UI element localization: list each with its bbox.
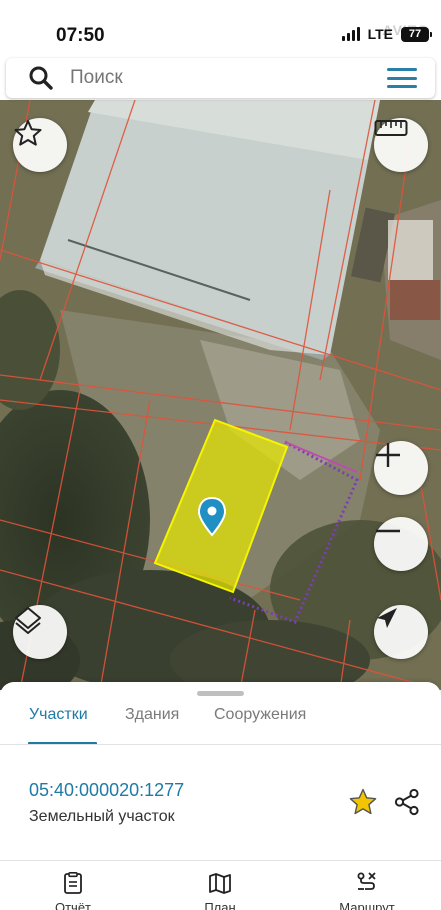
zoom-in-button[interactable] [374, 441, 428, 495]
report-icon [64, 872, 82, 894]
zoom-in-icon [376, 443, 400, 467]
map-view[interactable] [0, 100, 441, 690]
nav-plan-label: План [204, 900, 236, 910]
map-plan-icon [209, 873, 231, 894]
status-time: 07:50 [56, 25, 105, 46]
share-icon[interactable] [392, 787, 422, 817]
favorite-button[interactable] [13, 118, 67, 172]
nav-report-label: Отчёт [54, 900, 92, 910]
zoom-out-button[interactable] [374, 517, 428, 571]
zoom-out-icon [376, 529, 400, 533]
layers-button[interactable] [13, 605, 67, 659]
search-icon[interactable] [28, 65, 54, 91]
tab-buildings[interactable]: Здания [125, 706, 179, 724]
ruler-icon [374, 120, 408, 136]
sheet-drag-handle[interactable] [197, 691, 244, 696]
tab-parcels[interactable]: Участки [29, 706, 88, 724]
signal-strength-icon [341, 27, 360, 41]
navigation-arrow-icon [377, 608, 397, 628]
bottom-navigation: Отчёт План Маршрут [0, 862, 441, 910]
nav-route-label: Маршрут [339, 900, 395, 910]
tab-structures[interactable]: Сооружения [214, 706, 306, 724]
battery-icon: 77 [401, 26, 432, 42]
search-input[interactable] [70, 67, 370, 89]
hamburger-menu-icon[interactable] [387, 66, 417, 90]
search-bar [6, 58, 435, 98]
parcel-type-label: Земельный участок [29, 808, 175, 825]
nav-plan[interactable]: План [175, 872, 265, 910]
bottom-sheet: Участки Здания Сооружения 05:40:000020:1… [0, 682, 441, 910]
nav-report[interactable]: Отчёт [28, 872, 118, 910]
favorite-star-icon[interactable] [348, 787, 378, 817]
divider [0, 860, 441, 861]
satellite-map[interactable] [0, 100, 441, 690]
divider [0, 744, 441, 745]
nav-route[interactable]: Маршрут [322, 872, 412, 910]
status-indicators: LTE 77 [341, 26, 432, 42]
my-location-button[interactable] [374, 605, 428, 659]
cadastral-number-link[interactable]: 05:40:000020:1277 [29, 780, 184, 801]
layers-icon [15, 607, 41, 634]
network-type: LTE [367, 26, 393, 42]
measure-button[interactable] [374, 118, 428, 172]
object-type-tabs: Участки Здания Сооружения [0, 702, 441, 745]
star-outline-icon [14, 120, 42, 146]
battery-level: 77 [408, 28, 422, 40]
route-icon [357, 872, 376, 890]
status-bar: 07:50 AVITO LTE 77 [0, 0, 441, 56]
